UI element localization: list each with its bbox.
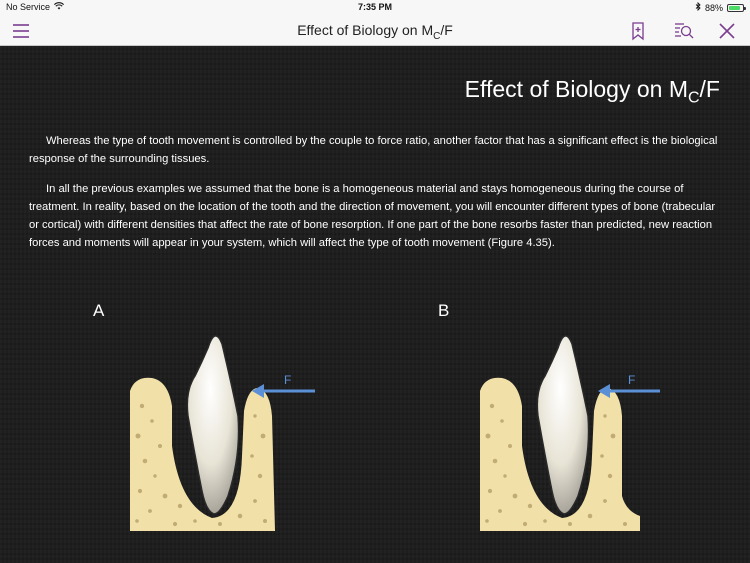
force-label-b: F <box>628 373 635 387</box>
page-title-sub: C <box>687 89 700 107</box>
nav-bar: Effect of Biology on MC/F <box>0 15 750 46</box>
bluetooth-icon <box>695 1 701 13</box>
tooth-a <box>186 335 240 515</box>
nav-title-tail: /F <box>440 22 453 38</box>
figure-a: F <box>120 296 320 536</box>
nav-title-main: Effect of Biology on M <box>297 22 434 38</box>
figure-b: F <box>470 296 670 536</box>
battery-fill <box>729 5 741 10</box>
status-right: 88% <box>695 1 746 13</box>
battery-percent: 88% <box>704 2 723 13</box>
search-button[interactable] <box>674 21 694 41</box>
status-time: 7:35 PM <box>357 2 392 12</box>
bookmark-button[interactable] <box>628 21 648 41</box>
page-title-main: Effect of Biology on M <box>464 76 688 102</box>
page-title-tail: /F <box>699 76 720 102</box>
tooth-b <box>536 335 590 515</box>
bookmark-icon <box>632 22 644 41</box>
close-button[interactable] <box>717 21 737 41</box>
battery-icon <box>727 3 746 12</box>
figure-b-label: B <box>438 301 450 320</box>
tooth-diagram-b: F <box>480 335 660 531</box>
figure-a-label: A <box>93 301 105 320</box>
battery-tip <box>744 6 746 10</box>
search-list-icon <box>675 23 694 39</box>
status-bar: No Service 7:35 PM 88% <box>0 0 750 15</box>
paragraph-bone: In all the previous examples we assumed … <box>29 183 716 249</box>
content-area[interactable]: Effect of Biology on MC/F Whereas the ty… <box>0 46 750 563</box>
tooth-diagram-a: F <box>130 335 315 531</box>
paragraph-intro: Whereas the type of tooth movement is co… <box>29 135 718 165</box>
page-title: Effect of Biology on MC/F <box>465 76 720 108</box>
force-label-a: F <box>284 373 291 387</box>
close-icon <box>719 23 735 39</box>
